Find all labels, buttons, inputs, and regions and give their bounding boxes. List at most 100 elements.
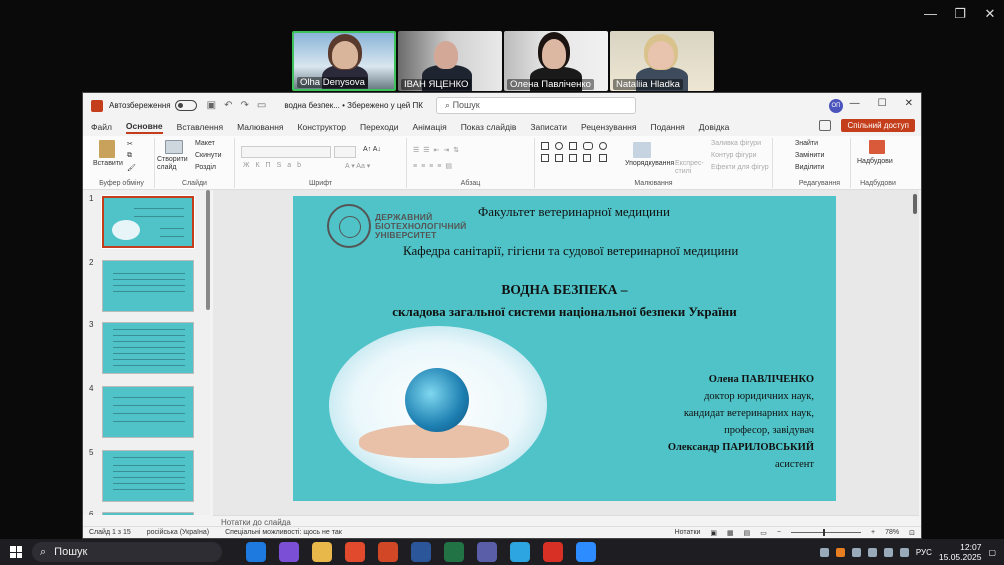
share-button[interactable]: Спільний доступ <box>841 119 915 132</box>
minimize-icon[interactable]: — <box>850 98 860 109</box>
close-icon[interactable]: ✕ <box>984 6 996 22</box>
format-painter-icon[interactable]: 🖌 <box>127 164 136 172</box>
font-format-icons[interactable]: ЖКПSab <box>243 162 307 169</box>
volume-icon[interactable] <box>899 547 909 557</box>
search-box[interactable]: ⌕ Пошук <box>436 97 636 114</box>
accessibility-status[interactable]: Спеціальні можливості: щось не так <box>225 529 342 536</box>
autosave-toggle[interactable] <box>174 100 197 111</box>
taskbar-app-icon[interactable] <box>477 542 497 562</box>
video-tile[interactable]: Olha Denysova <box>292 31 396 91</box>
tab-insert[interactable]: Вставлення <box>177 122 223 132</box>
arrow-icon[interactable] <box>583 154 591 162</box>
oval-icon[interactable] <box>555 142 563 150</box>
video-tile[interactable]: Олена Павліченко <box>504 31 608 91</box>
sorter-view-icon[interactable]: ▦ <box>727 529 734 537</box>
taskbar-app-icon[interactable] <box>378 542 398 562</box>
grow-font-icon[interactable]: A↑ A↓ <box>363 146 381 153</box>
slide-scrollbar[interactable] <box>913 194 917 214</box>
tray-icon[interactable] <box>867 547 877 557</box>
tab-file[interactable]: Файл <box>91 122 112 132</box>
taskbar-app-icon[interactable] <box>312 542 332 562</box>
document-title[interactable]: водна безпек... • Збережено у цей ПК <box>284 101 423 110</box>
comments-icon[interactable] <box>819 120 831 131</box>
zoom-slider[interactable] <box>791 529 862 536</box>
arrow-icon[interactable] <box>555 154 563 162</box>
taskbar-app-icon[interactable] <box>576 542 596 562</box>
tray-icon[interactable] <box>851 547 861 557</box>
zoom-out-icon[interactable]: − <box>777 529 781 536</box>
fit-slide-icon[interactable]: ⊡ <box>909 529 915 537</box>
copy-icon[interactable]: ⧉ <box>127 152 132 160</box>
thumbnail-slide[interactable] <box>102 260 194 312</box>
reading-view-icon[interactable]: ▤ <box>744 529 751 537</box>
taskbar-search[interactable]: ⌕ Пошук <box>32 542 222 562</box>
language-indicator[interactable]: РУС <box>916 548 932 557</box>
notifications-icon[interactable]: ▢ <box>988 548 996 557</box>
star-icon[interactable] <box>599 154 607 162</box>
taskbar-app-icon[interactable] <box>279 542 299 562</box>
reset-button[interactable]: Скинути <box>195 152 222 159</box>
shape-outline-button[interactable]: Контур фігури <box>711 152 756 159</box>
tab-home[interactable]: Основне <box>125 121 163 134</box>
cut-icon[interactable]: ✂ <box>127 140 133 148</box>
redo-icon[interactable]: ↷ <box>240 100 248 111</box>
minimize-icon[interactable]: — <box>924 6 937 22</box>
arrow-icon[interactable] <box>569 154 577 162</box>
tray-icon[interactable] <box>835 547 845 557</box>
thumbnail-slide[interactable] <box>101 195 195 249</box>
zoom-in-icon[interactable]: + <box>871 529 875 536</box>
windows-start-icon[interactable] <box>10 546 22 558</box>
shapes-gallery[interactable] <box>539 140 625 178</box>
tab-draw[interactable]: Малювання <box>237 122 283 132</box>
triangle-icon[interactable] <box>541 154 549 162</box>
maximize-icon[interactable]: ☐ <box>878 98 887 109</box>
list-icons[interactable]: ☰☰⇤⇥⇅ <box>413 146 463 154</box>
quick-styles-button[interactable]: Експрес-стилі <box>675 160 704 176</box>
slideshow-icon[interactable]: ▭ <box>760 529 767 537</box>
rect-icon[interactable] <box>569 142 577 150</box>
taskbar-app-icon[interactable] <box>543 542 563 562</box>
tab-transitions[interactable]: Переходи <box>360 122 399 132</box>
tab-design[interactable]: Конструктор <box>298 122 346 132</box>
restore-icon[interactable]: ❐ <box>954 6 966 22</box>
layout-button[interactable]: Макет <box>195 140 215 147</box>
tab-help[interactable]: Довідка <box>699 122 730 132</box>
rounded-rect-icon[interactable] <box>583 142 593 150</box>
taskbar-app-icon[interactable] <box>510 542 530 562</box>
notes-button[interactable]: Нотатки <box>675 529 701 536</box>
video-tile[interactable]: Nataliia Hladka <box>610 31 714 91</box>
thumbnails-scrollbar[interactable] <box>206 190 210 310</box>
tray-icon[interactable] <box>819 547 829 557</box>
close-icon[interactable]: ✕ <box>905 98 913 109</box>
font-size-select[interactable] <box>334 146 356 158</box>
undo-icon[interactable]: ↶ <box>224 100 232 111</box>
avatar[interactable]: ОП <box>829 99 843 113</box>
clock[interactable]: 12:07 15.05.2025 <box>939 542 982 562</box>
normal-view-icon[interactable]: ▣ <box>710 529 717 537</box>
thumbnail-slide[interactable] <box>102 512 194 515</box>
find-button[interactable]: Знайти <box>795 140 818 147</box>
replace-button[interactable]: Замінити <box>795 152 824 159</box>
wifi-icon[interactable] <box>883 547 893 557</box>
language-status[interactable]: російська (Україна) <box>147 529 209 536</box>
tab-view[interactable]: Подання <box>650 122 684 132</box>
rect-icon[interactable] <box>541 142 549 150</box>
align-icons[interactable]: ≡≡≡≡▤ <box>413 162 456 170</box>
tab-review[interactable]: Рецензування <box>581 122 636 132</box>
paste-button[interactable]: Вставити <box>93 160 123 167</box>
shape-effects-button[interactable]: Ефекти для фігур <box>711 164 769 171</box>
thumbnail-slide[interactable] <box>102 450 194 502</box>
arrange-button[interactable]: Упорядкування <box>625 160 674 167</box>
video-tile[interactable]: ІВАН ЯЦЕНКО <box>398 31 502 91</box>
taskbar-app-icon[interactable] <box>246 542 266 562</box>
designer-button[interactable]: Надбудови <box>857 158 893 165</box>
taskbar-app-icon[interactable] <box>345 542 365 562</box>
font-name-select[interactable] <box>241 146 331 158</box>
tab-animations[interactable]: Анімація <box>413 122 447 132</box>
current-slide[interactable]: ДЕРЖАВНИЙ БІОТЕХНОЛОГІЧНИЙ УНІВЕРСИТЕТ Ф… <box>293 196 836 501</box>
tab-slideshow[interactable]: Показ слайдів <box>461 122 517 132</box>
oval-icon[interactable] <box>599 142 607 150</box>
shape-fill-button[interactable]: Заливка фігури <box>711 140 761 147</box>
thumbnail-slide[interactable] <box>102 322 194 374</box>
section-button[interactable]: Розділ <box>195 164 216 171</box>
